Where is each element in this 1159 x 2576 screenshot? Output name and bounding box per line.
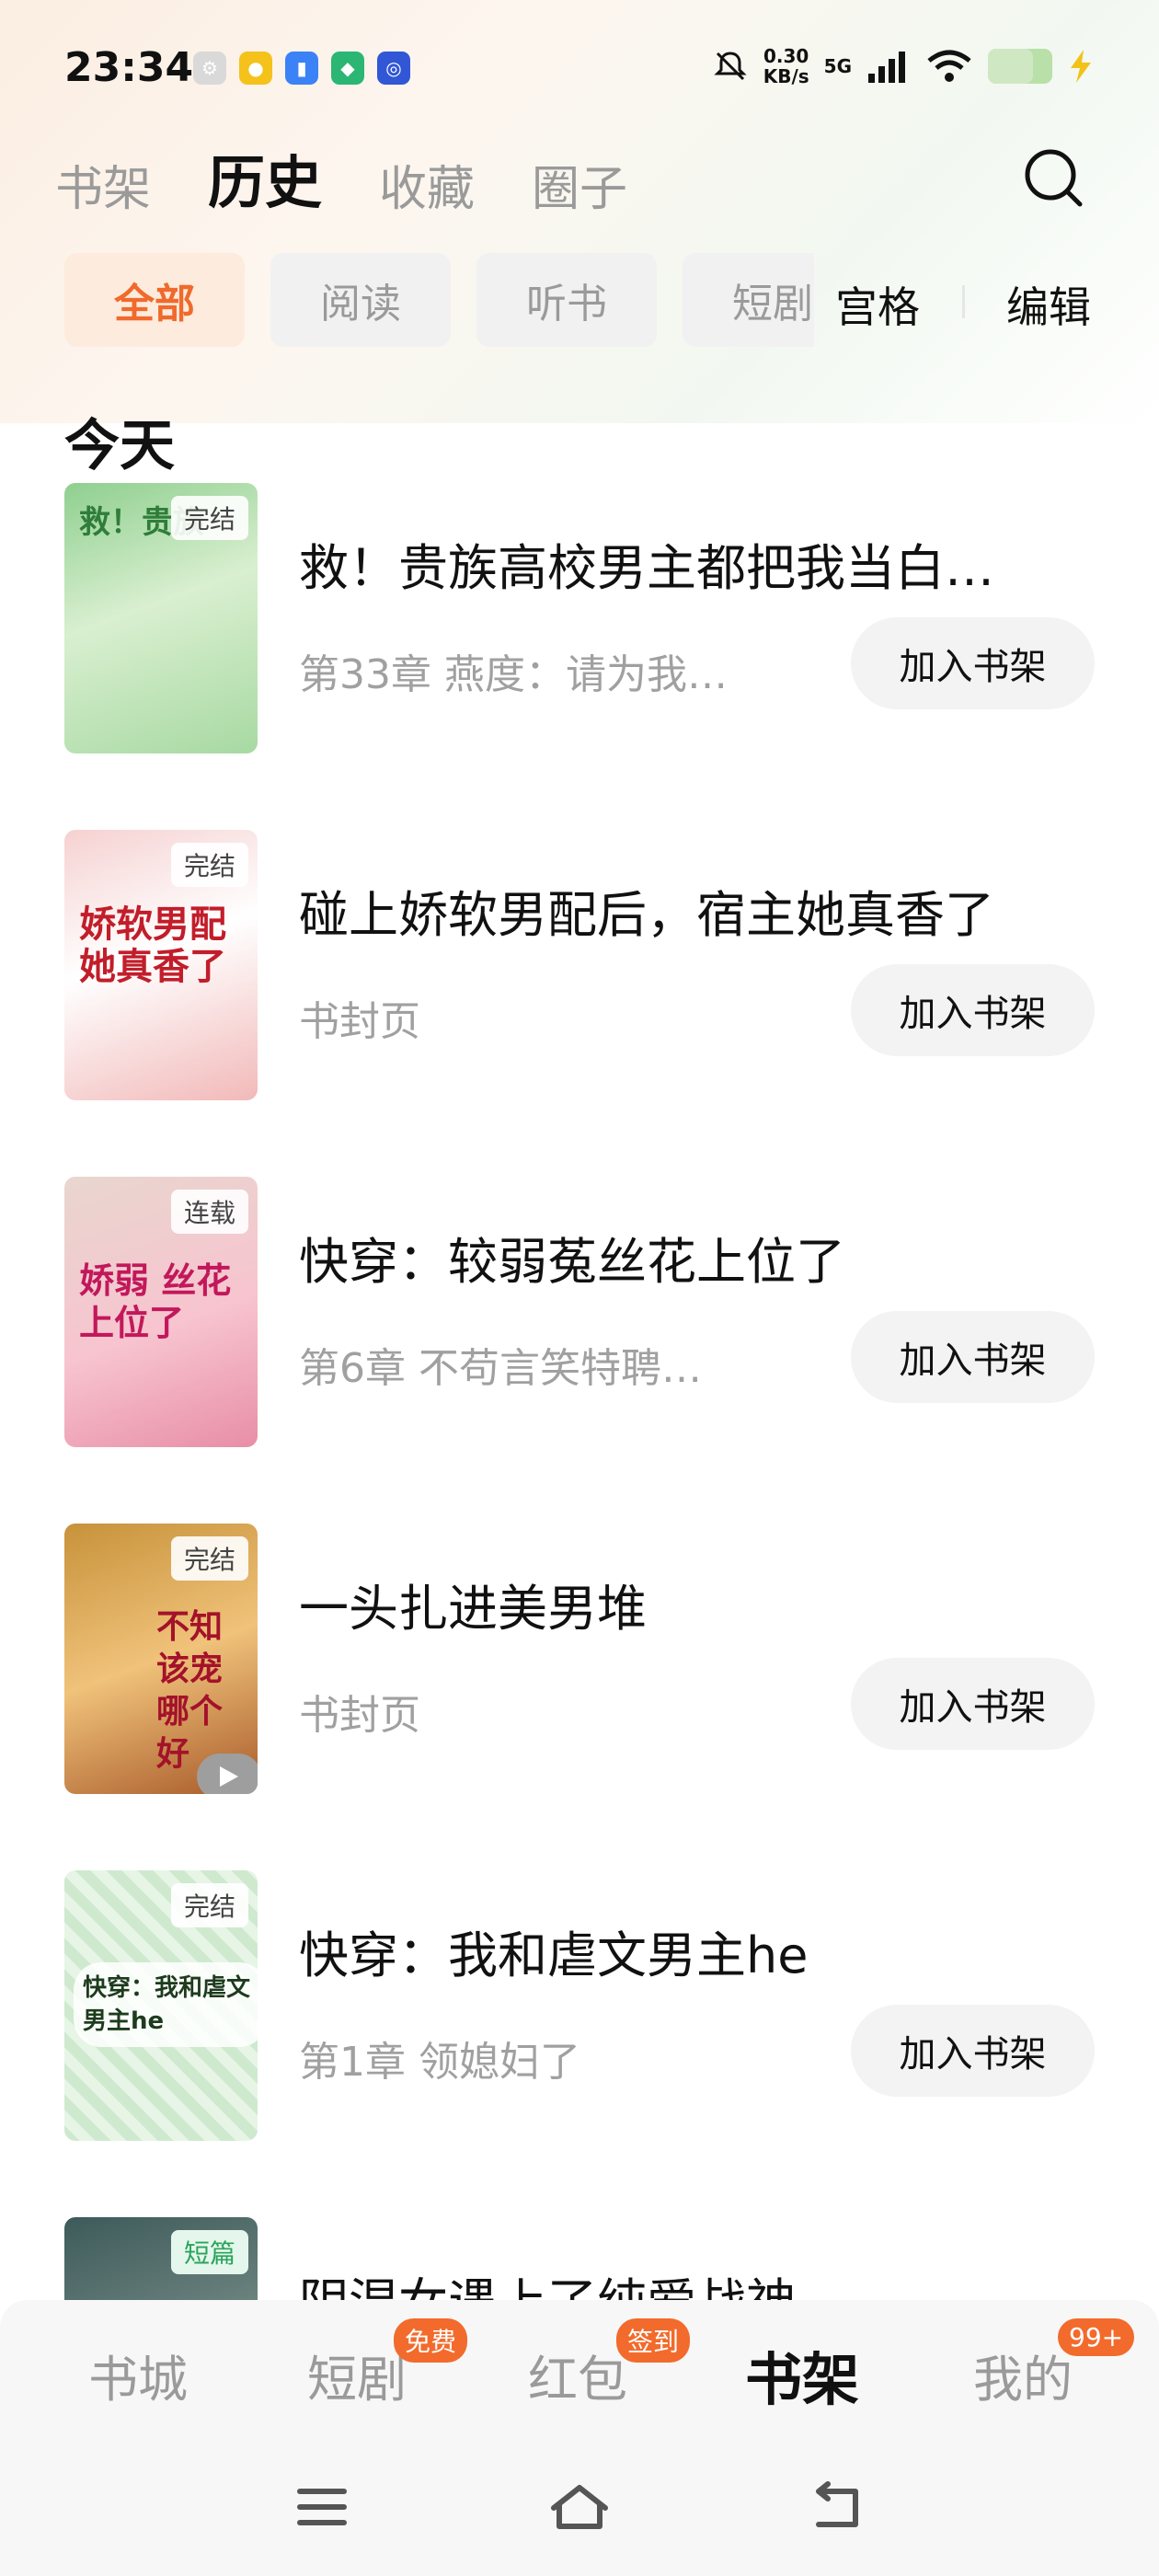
list-item[interactable]: 救！贵族 完结 救！贵族高校男主都把我当白… 第33章 燕度：请为我… 加入书架 [0,483,1159,759]
section-title-today: 今天 [64,414,175,478]
bottom-nav: 书城 短剧 免费 红包 签到 书架 我的 99+ [0,2300,1159,2447]
divider [962,285,965,318]
book-cover[interactable]: 短篇 [64,2217,258,2300]
status-badge: 完结 [170,1536,248,1581]
status-right: 0.30 KB/s 5G [712,46,1095,86]
free-badge: 免费 [394,2318,468,2363]
add-to-shelf-button[interactable]: 加入书架 [851,1658,1095,1750]
status-time: 23:34 [64,44,194,91]
book-progress: 书封页 [299,998,420,1045]
settings-notification-icon: ⚙ [193,52,226,85]
doc-notification-icon: ▮ [285,52,318,85]
list-item[interactable]: 娇弱 丝花上位了 连载 快穿：较弱菟丝花上位了 第6章 不苟言笑特聘… 加入书架 [0,1177,1159,1453]
book-title[interactable]: 快穿：较弱菟丝花上位了 [299,1221,1053,1294]
status-badge: 连载 [170,1190,248,1234]
book-cover[interactable]: 快穿：我和虐文男主he 完结 [64,1870,258,2141]
add-to-shelf-button[interactable]: 加入书架 [851,617,1095,709]
nav-bookshelf[interactable]: 书架 [745,2333,859,2416]
home-icon[interactable] [546,2480,613,2536]
nav-bookstore[interactable]: 书城 [88,2339,188,2411]
nav-mine[interactable]: 我的 [973,2339,1073,2411]
book-title[interactable]: 一头扎进美男堆 [299,1568,1053,1640]
add-to-shelf-button[interactable]: 加入书架 [851,964,1095,1056]
nav-red-packet[interactable]: 红包 [528,2339,627,2411]
list-item[interactable]: 娇软男配 她真香了 完结 碰上娇软男配后，宿主她真香了 书封页 加入书架 [0,830,1159,1106]
list-item[interactable]: 短篇 阴湿女遇上了纯爱战神 [0,2217,1159,2300]
book-cover[interactable]: 娇弱 丝花上位了 连载 [64,1177,258,1447]
play-icon[interactable] [197,1754,258,1794]
list-item[interactable]: 不知该宠哪个好 完结 一头扎进美男堆 书封页 加入书架 [0,1524,1159,1800]
notification-icons: ⚙ ● ▮ ◆ ◎ [193,52,410,85]
tab-bookshelf[interactable]: 书架 [55,150,151,219]
filter-read[interactable]: 阅读 [270,253,451,347]
book-title[interactable]: 救！贵族高校男主都把我当白… [299,527,1053,600]
filter-row: 全部 阅读 听书 短剧 [64,253,814,347]
search-icon[interactable] [1021,145,1085,210]
grid-view-toggle[interactable]: 宫格 [835,274,920,335]
checkin-badge: 签到 [616,2318,691,2363]
status-badge: 完结 [170,496,248,540]
book-progress: 第1章 领媳妇了 [299,2039,580,2086]
book-progress: 第33章 燕度：请为我… [299,651,728,698]
signal-icon [868,52,905,83]
browser-notification-icon: ◆ [331,52,364,85]
add-to-shelf-button[interactable]: 加入书架 [851,2005,1095,2097]
tab-favorites[interactable]: 收藏 [379,150,475,219]
network-type: 5G [823,55,852,77]
add-to-shelf-button[interactable]: 加入书架 [851,1311,1095,1403]
net-speed: 0.30 KB/s [763,45,809,87]
top-tabs: 书架 历史 收藏 圈子 [55,136,627,219]
filter-short-drama[interactable]: 短剧 [683,253,814,347]
book-title[interactable]: 碰上娇软男配后，宿主她真香了 [299,874,1053,947]
book-cover[interactable]: 不知该宠哪个好 完结 [64,1524,258,1794]
book-progress: 第6章 不苟言笑特聘… [299,1345,702,1392]
status-badge: 完结 [170,1883,248,1927]
status-badge: 完结 [170,843,248,887]
baidu-notification-icon: ◎ [377,52,410,85]
battery-icon [988,49,1052,84]
tab-circle[interactable]: 圈子 [532,150,627,219]
charging-icon [1071,50,1091,83]
book-cover[interactable]: 救！贵族 完结 [64,483,258,753]
app-notification-icon: ● [239,52,272,85]
status-badge: 短篇 [170,2230,248,2274]
book-title[interactable]: 快穿：我和虐文男主he [299,1915,1053,1987]
nav-short-drama[interactable]: 短剧 [307,2339,407,2411]
filter-all[interactable]: 全部 [64,253,245,347]
edit-button[interactable]: 编辑 [1006,274,1091,335]
status-bar: 23:34 ⚙ ● ▮ ◆ ◎ 0.30 KB/s 5G [0,0,1159,138]
unread-count-badge: 99+ [1058,2318,1135,2356]
back-icon[interactable] [809,2480,865,2536]
book-cover[interactable]: 娇软男配 她真香了 完结 [64,830,258,1100]
book-title[interactable]: 阴湿女遇上了纯爱战神 [299,2261,1053,2300]
book-progress: 书封页 [299,1692,420,1739]
history-list: 救！贵族 完结 救！贵族高校男主都把我当白… 第33章 燕度：请为我… 加入书架… [0,483,1159,2300]
wifi-icon [927,50,971,82]
system-nav-bar [0,2447,1159,2576]
filter-listen[interactable]: 听书 [476,253,657,347]
list-item[interactable]: 快穿：我和虐文男主he 完结 快穿：我和虐文男主he 第1章 领媳妇了 加入书架 [0,1870,1159,2146]
mute-bell-icon [714,52,747,81]
tab-history[interactable]: 历史 [208,136,322,219]
menu-icon[interactable] [294,2484,350,2530]
